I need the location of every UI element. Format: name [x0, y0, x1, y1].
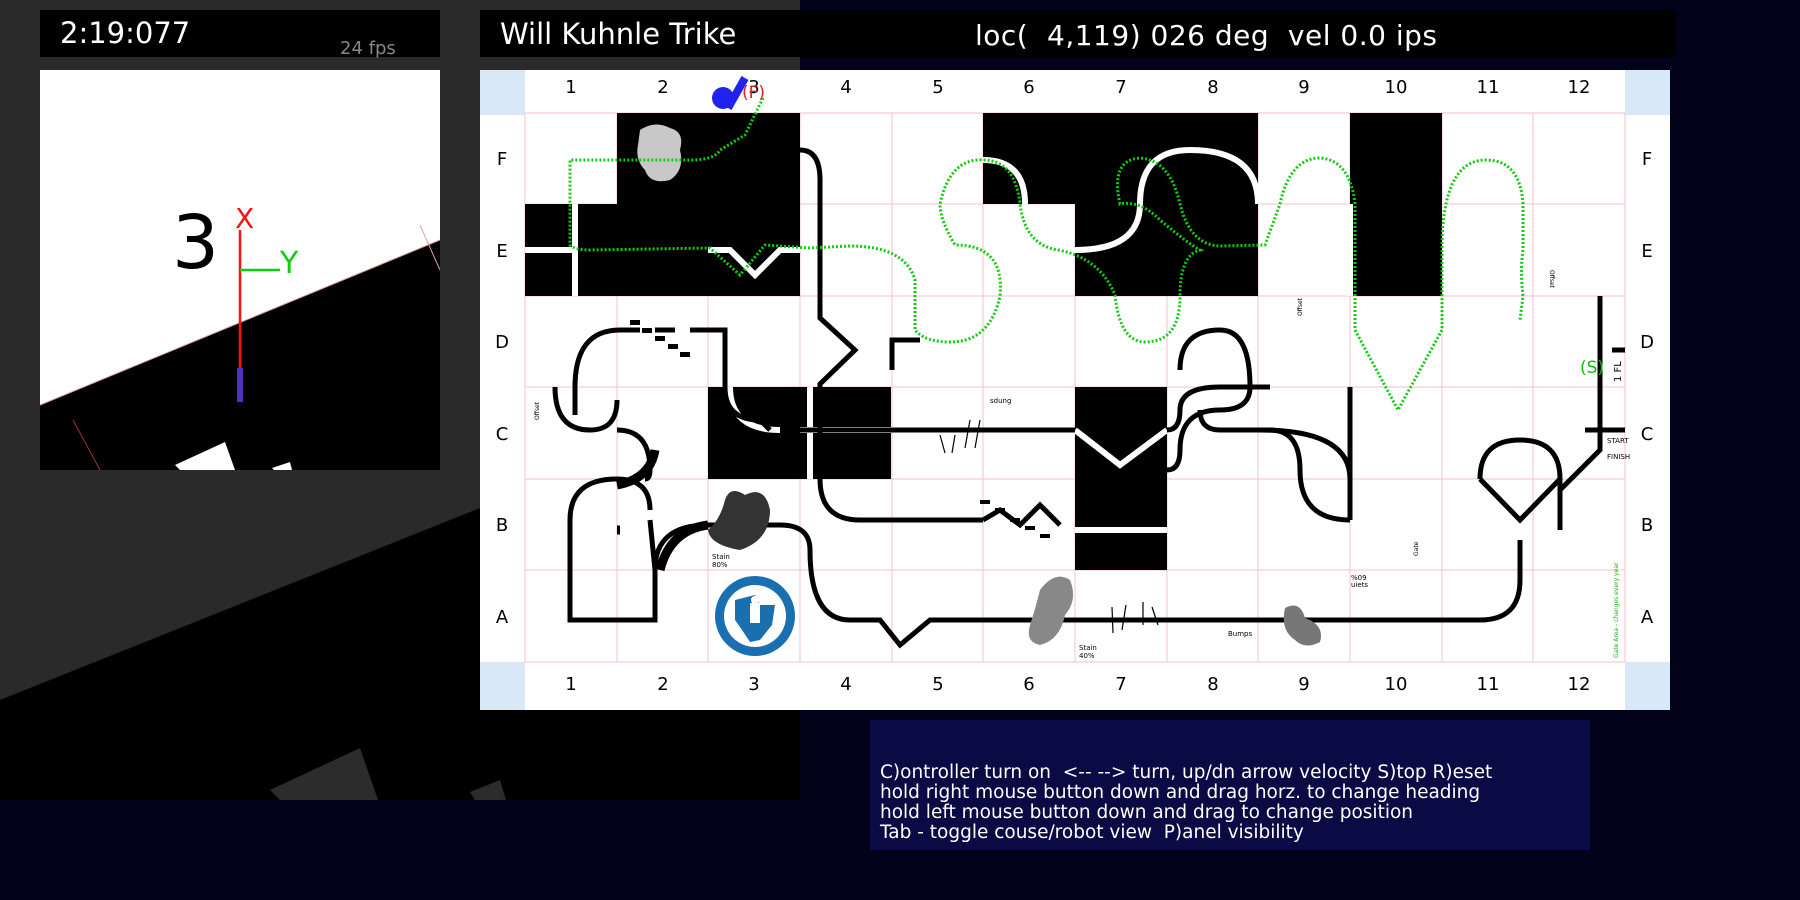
- fps-readout: 24 fps: [340, 38, 396, 59]
- svg-text:B: B: [1641, 515, 1653, 536]
- svg-text:FINISH: FINISH: [1607, 453, 1630, 461]
- svg-text:uiets: uiets: [1351, 581, 1368, 589]
- svg-text:Offset: Offset: [534, 401, 541, 420]
- svg-text:4: 4: [840, 77, 851, 98]
- help-line-position: hold left mouse button down and drag to …: [880, 802, 1414, 823]
- svg-text:7: 7: [1115, 674, 1126, 695]
- svg-text:Stain: Stain: [1079, 644, 1097, 652]
- svg-text:Stain: Stain: [712, 553, 730, 561]
- svg-text:Stain: Stain: [621, 188, 639, 196]
- svg-text:7: 7: [1115, 77, 1126, 98]
- svg-text:10: 10: [1385, 77, 1408, 98]
- start-marker: (S): [1580, 358, 1604, 378]
- svg-text:2: 2: [657, 77, 668, 98]
- svg-text:1: 1: [565, 674, 576, 695]
- svg-text:E: E: [1641, 241, 1652, 262]
- svg-text:Offset: Offset: [1548, 270, 1555, 289]
- robot-camera-view[interactable]: X Y 3: [40, 70, 440, 470]
- section-digit: 3: [172, 200, 219, 286]
- svg-text:1: 1: [565, 77, 576, 98]
- location-readout: loc( 4,119) 026 deg vel 0.0 ips: [975, 19, 1438, 52]
- svg-text:80%: 80%: [712, 561, 728, 569]
- svg-text:3: 3: [748, 674, 759, 695]
- svg-text:A: A: [1641, 607, 1654, 628]
- svg-text:6: 6: [1023, 674, 1034, 695]
- svg-text:5: 5: [932, 77, 943, 98]
- help-panel: C)ontroller turn on <-- --> turn, up/dn …: [870, 720, 1590, 850]
- svg-text:B: B: [496, 515, 508, 536]
- svg-text:D: D: [1640, 332, 1654, 353]
- svg-text:C: C: [496, 424, 509, 445]
- axis-y-label: Y: [279, 246, 299, 281]
- timer-panel: 2:19:077 24 fps: [40, 10, 440, 59]
- svg-text:Gate: Gate: [1413, 541, 1420, 556]
- svg-text:8: 8: [1207, 674, 1218, 695]
- svg-text:11: 11: [1477, 674, 1500, 695]
- svg-text:Bumps: Bumps: [1228, 630, 1253, 638]
- svg-text:10: 10: [1385, 674, 1408, 695]
- svg-text:sdung: sdung: [990, 397, 1011, 405]
- svg-text:5: 5: [932, 674, 943, 695]
- society-logo: [715, 576, 795, 656]
- svg-text:2: 2: [657, 674, 668, 695]
- svg-text:40%: 40%: [1079, 652, 1095, 660]
- help-line-controls: C)ontroller turn on <-- --> turn, up/dn …: [880, 762, 1493, 783]
- svg-text:F: F: [1642, 149, 1652, 170]
- svg-text:8: 8: [1207, 77, 1218, 98]
- help-line-view: Tab - toggle couse/robot view P)anel vis…: [880, 822, 1304, 843]
- svg-text:START: START: [1607, 437, 1629, 445]
- svg-text:6: 6: [1023, 77, 1034, 98]
- svg-text:F: F: [497, 149, 507, 170]
- svg-text:D: D: [495, 332, 509, 353]
- robot-name: Will Kuhnle Trike: [500, 17, 737, 51]
- svg-text:9: 9: [1298, 77, 1309, 98]
- svg-text:C: C: [1641, 424, 1654, 445]
- svg-text:Gate Area - changes every year: Gate Area - changes every year: [1613, 562, 1620, 658]
- svg-text:12: 12: [1568, 674, 1591, 695]
- svg-text:1 FL: 1 FL: [1613, 361, 1624, 382]
- status-bar: Will Kuhnle Trike loc( 4,119) 026 deg ve…: [480, 10, 1676, 57]
- finish-marker: (F): [742, 83, 765, 103]
- svg-text:A: A: [496, 607, 509, 628]
- svg-text:Offset: Offset: [1297, 297, 1304, 316]
- axis-x-label: X: [235, 202, 254, 235]
- svg-text:12: 12: [1568, 77, 1591, 98]
- svg-text:20%: 20%: [621, 196, 637, 204]
- course-map[interactable]: 12 34 56 78 9 10 11 12 12 34 56 78 9 10 11 1…: [480, 70, 1670, 710]
- svg-text:9: 9: [1298, 674, 1309, 695]
- svg-text:4: 4: [840, 674, 851, 695]
- svg-text:11: 11: [1477, 77, 1500, 98]
- elapsed-time: 2:19:077: [60, 16, 191, 50]
- help-line-heading: hold right mouse button down and drag ho…: [880, 782, 1481, 803]
- svg-text:E: E: [496, 241, 507, 262]
